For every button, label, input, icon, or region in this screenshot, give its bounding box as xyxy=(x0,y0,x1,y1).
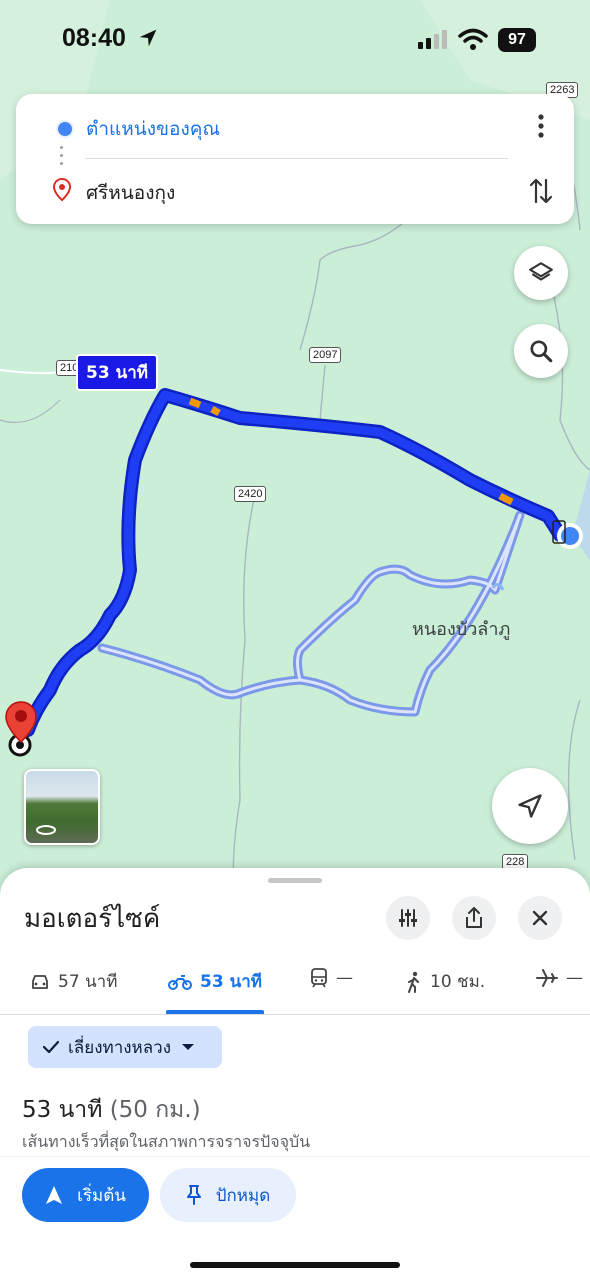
tab-motorcycle[interactable]: 53 นาที xyxy=(168,968,262,995)
road-shield: 2420 xyxy=(234,486,267,502)
search-along-route-button[interactable] xyxy=(514,324,568,378)
place-label: หนองบัวลำภู xyxy=(412,619,511,640)
origin-dot-icon xyxy=(56,120,74,138)
wifi-icon xyxy=(458,28,488,50)
origin-field[interactable]: ตำแหน่งของคุณ xyxy=(86,114,220,144)
avoid-highways-chip[interactable]: เลี่ยงทางหลวง xyxy=(28,1026,222,1068)
home-indicator xyxy=(190,1262,400,1268)
directions-card: ตำแหน่งของคุณ ศรีหนองกุง xyxy=(16,94,574,224)
caret-down-icon xyxy=(182,1044,195,1050)
status-bar: 08:40 97 xyxy=(0,0,590,80)
route-description: เส้นทางเร็วที่สุดในสภาพการจราจรปัจจุบัน xyxy=(22,1132,311,1151)
street-view-thumbnail[interactable] xyxy=(24,769,100,845)
tab-car-label: 57 นาที xyxy=(58,972,118,992)
pin-label: ปักหมุด xyxy=(215,1185,271,1206)
route-summary[interactable]: 53 นาที (50 กม.) xyxy=(22,1092,201,1128)
travel-mode-tabs: 57 นาที 53 นาที — 10 ชม. — xyxy=(0,960,590,1015)
route-connector xyxy=(60,146,63,170)
divider xyxy=(86,158,508,159)
start-button[interactable]: เริ่มต้น xyxy=(22,1168,149,1222)
layers-icon xyxy=(529,262,553,281)
route-distance: (50 กม.) xyxy=(109,1097,201,1123)
location-arrow-icon xyxy=(139,29,157,47)
layers-button[interactable] xyxy=(514,246,568,300)
status-time: 08:40 xyxy=(62,24,126,52)
active-tab-indicator xyxy=(166,1010,264,1014)
start-label: เริ่มต้น xyxy=(77,1185,126,1206)
close-icon xyxy=(532,910,548,926)
motorcycle-icon xyxy=(168,974,192,990)
navigation-icon xyxy=(46,1186,63,1204)
close-button[interactable] xyxy=(518,896,562,940)
destination-pin-icon[interactable] xyxy=(4,700,38,744)
share-button[interactable] xyxy=(452,896,496,940)
tab-transit[interactable]: — xyxy=(310,968,353,988)
tab-flight-label: — xyxy=(566,968,583,988)
destination-field[interactable]: ศรีหนองกุง xyxy=(86,178,175,208)
route-duration: 53 นาที xyxy=(22,1097,103,1123)
battery-indicator: 97 xyxy=(498,28,536,52)
check-icon xyxy=(42,1040,60,1054)
transit-icon xyxy=(311,968,327,988)
road-shield: 2097 xyxy=(309,347,342,363)
walk-icon xyxy=(408,971,419,993)
route-duration-label[interactable]: 53 นาที xyxy=(76,354,158,391)
swap-icon[interactable] xyxy=(528,176,554,206)
sheet-handle[interactable] xyxy=(268,878,322,883)
pushpin-icon xyxy=(186,1185,201,1205)
search-icon xyxy=(530,340,553,363)
navigation-arrow-icon xyxy=(518,794,542,818)
rotate-360-icon xyxy=(36,825,56,835)
sliders-icon xyxy=(399,909,417,927)
flight-icon xyxy=(536,969,558,987)
share-icon xyxy=(466,907,482,928)
tab-motorcycle-label: 53 นาที xyxy=(200,972,262,992)
car-icon xyxy=(32,974,48,989)
avoid-highways-label: เลี่ยงทางหลวง xyxy=(68,1037,172,1058)
tab-flight[interactable]: — xyxy=(536,968,583,988)
tab-walk[interactable]: 10 ชม. xyxy=(406,968,485,995)
cellular-signal-icon xyxy=(418,30,447,49)
recenter-button[interactable] xyxy=(492,768,568,844)
travel-mode-title: มอเตอร์ไซค์ xyxy=(24,904,161,934)
tab-transit-label: — xyxy=(336,968,353,988)
tab-walk-label: 10 ชม. xyxy=(430,972,486,992)
tab-car[interactable]: 57 นาที xyxy=(30,968,117,995)
pin-button[interactable]: ปักหมุด xyxy=(160,1168,296,1222)
more-options-icon[interactable] xyxy=(530,112,552,140)
divider xyxy=(0,1156,590,1157)
route-options-button[interactable] xyxy=(386,896,430,940)
destination-pin-icon xyxy=(52,178,72,202)
directions-bottom-sheet: มอเตอร์ไซค์ 57 นาที 53 นาที — 10 ชม. — เ… xyxy=(0,868,590,1280)
